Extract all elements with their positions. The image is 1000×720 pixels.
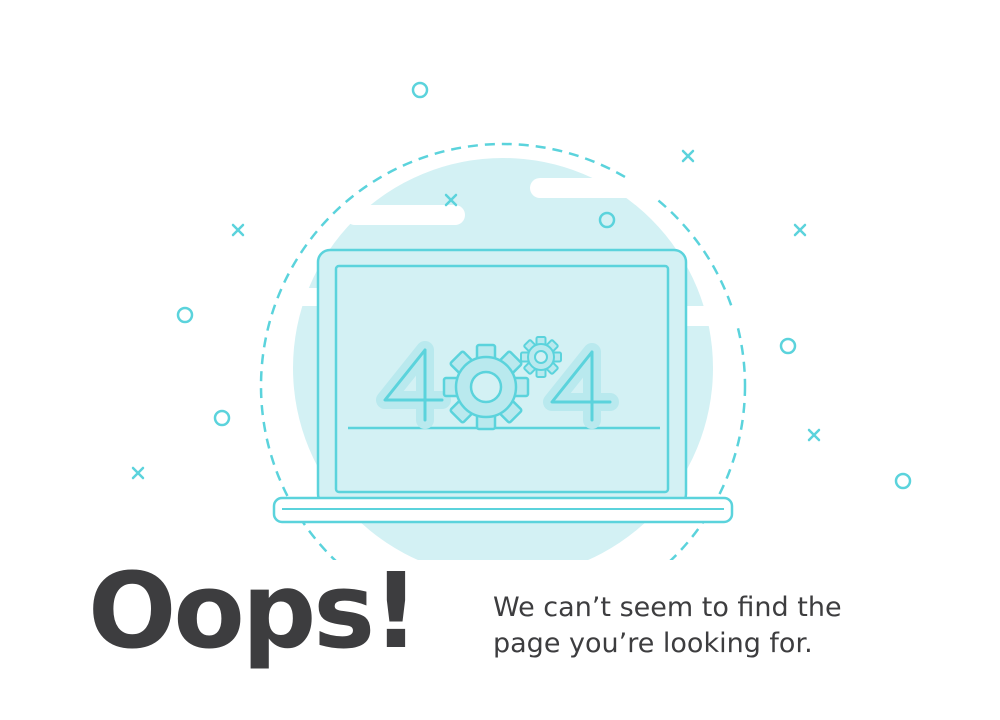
cross-icon <box>131 466 145 480</box>
cross-icon <box>807 428 821 442</box>
circle-icon <box>176 306 194 324</box>
small-gear-icon <box>520 336 562 378</box>
cross-icon <box>231 223 245 237</box>
circle-icon <box>213 409 231 427</box>
message-block: Oops! We can’t seem to find the page you… <box>88 554 948 700</box>
error-description: We can’t seem to find the page you’re lo… <box>493 590 933 663</box>
gear-icon <box>442 343 530 431</box>
error-description-line-1: We can’t seem to find the <box>493 592 842 623</box>
circle-icon <box>779 337 797 355</box>
cross-icon <box>793 223 807 237</box>
circle-icon <box>411 81 429 99</box>
404-illustration <box>131 81 912 560</box>
circle-icon <box>894 472 912 490</box>
headline: Oops! <box>88 550 420 672</box>
cross-icon <box>681 149 695 163</box>
error-page: Oops! We can’t seem to find the page you… <box>0 0 1000 720</box>
error-description-line-2: page you’re looking for. <box>493 628 813 660</box>
